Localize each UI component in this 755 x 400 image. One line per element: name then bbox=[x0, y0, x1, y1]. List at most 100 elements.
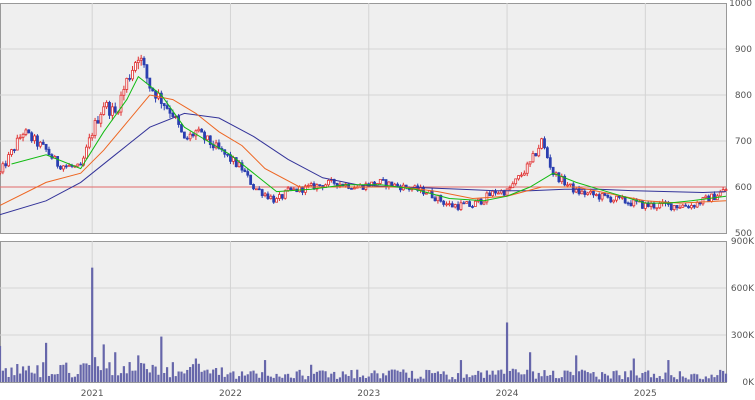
volume-bar bbox=[356, 369, 359, 382]
volume-bar bbox=[359, 377, 362, 382]
volume-bar bbox=[134, 370, 137, 382]
candle-body bbox=[609, 196, 613, 203]
candle-body bbox=[497, 192, 500, 195]
volume-bar bbox=[448, 379, 451, 382]
candle-body bbox=[543, 138, 546, 149]
volume-bar bbox=[413, 378, 416, 382]
volume-bar bbox=[485, 370, 488, 382]
candle-body bbox=[520, 174, 523, 177]
volume-bar bbox=[47, 375, 51, 382]
candle-body bbox=[257, 188, 261, 191]
candle-body bbox=[131, 69, 134, 80]
price-panel: 5006007008009001000 bbox=[0, 0, 752, 239]
price-y-tick-label: 700 bbox=[735, 137, 752, 147]
candle-body bbox=[396, 183, 399, 187]
volume-bar bbox=[382, 373, 385, 382]
volume-bar bbox=[318, 370, 321, 382]
volume-bar bbox=[307, 376, 310, 382]
candle-body bbox=[76, 163, 80, 167]
candle-body bbox=[102, 106, 106, 115]
candle-body bbox=[105, 102, 108, 108]
volume-bar bbox=[592, 372, 595, 382]
volume-bar bbox=[108, 362, 111, 382]
candle-body bbox=[718, 191, 722, 197]
candle-body bbox=[180, 124, 183, 133]
volume-bar bbox=[209, 373, 212, 382]
candle-body bbox=[79, 163, 83, 166]
volume-bar bbox=[422, 378, 425, 382]
volume-bar bbox=[330, 373, 333, 382]
candle-body bbox=[471, 206, 474, 208]
candle-body bbox=[615, 195, 618, 201]
candle-body bbox=[618, 195, 621, 198]
volume-bar bbox=[690, 374, 693, 382]
volume-bar bbox=[321, 370, 324, 382]
candle-body bbox=[128, 77, 132, 80]
volume-bar bbox=[601, 372, 604, 382]
volume-bar bbox=[439, 373, 442, 382]
volume-bar bbox=[644, 371, 647, 382]
volume-bar bbox=[497, 370, 500, 382]
candle-body bbox=[525, 163, 529, 174]
volume-bar bbox=[658, 376, 661, 382]
candle-body bbox=[352, 187, 356, 190]
volume-bar bbox=[304, 379, 307, 382]
candle-body bbox=[113, 106, 117, 113]
volume-bar bbox=[252, 370, 255, 382]
volume-bar bbox=[390, 369, 393, 382]
candle-body bbox=[4, 163, 8, 167]
candle-body bbox=[586, 192, 590, 195]
volume-bar bbox=[436, 371, 440, 382]
volume-bar bbox=[255, 373, 258, 382]
candle-body bbox=[10, 149, 13, 155]
candle-body bbox=[252, 184, 255, 190]
candle-body bbox=[632, 199, 636, 207]
volume-bar bbox=[445, 374, 448, 382]
volume-bar bbox=[344, 374, 347, 382]
candle-body bbox=[275, 198, 278, 203]
volume-bar bbox=[459, 360, 463, 382]
volume-bar bbox=[338, 377, 342, 382]
volume-bar bbox=[235, 378, 238, 382]
volume-bar bbox=[580, 369, 584, 382]
volume-bar bbox=[269, 376, 272, 382]
candle-body bbox=[99, 114, 103, 124]
candle-body bbox=[589, 191, 592, 194]
volume-bar bbox=[44, 342, 48, 382]
volume-bar bbox=[85, 363, 88, 382]
candle-body bbox=[280, 194, 284, 199]
volume-bar bbox=[399, 371, 402, 382]
candle-body bbox=[7, 154, 11, 167]
volume-bar bbox=[246, 374, 249, 382]
volume-bar bbox=[145, 369, 149, 382]
candle-body bbox=[162, 103, 166, 107]
candle-body bbox=[528, 161, 532, 165]
volume-bar bbox=[335, 378, 339, 382]
candle-body bbox=[511, 183, 515, 189]
candle-body bbox=[27, 129, 31, 134]
volume-bar bbox=[263, 360, 267, 382]
volume-bar bbox=[704, 376, 707, 382]
x-tick-label: 2022 bbox=[219, 389, 242, 399]
volume-y-tick-label: 0K bbox=[742, 378, 755, 388]
volume-bar bbox=[713, 377, 716, 382]
volume-bar bbox=[151, 364, 154, 382]
volume-bar bbox=[157, 374, 160, 382]
candle-body bbox=[87, 137, 91, 148]
candle-body bbox=[557, 172, 561, 183]
volume-bar bbox=[647, 370, 650, 382]
candle-body bbox=[612, 199, 616, 203]
candle-body bbox=[603, 193, 607, 196]
candle-body bbox=[459, 202, 463, 210]
volume-bar bbox=[333, 371, 336, 382]
candle-body bbox=[456, 204, 460, 210]
volume-bar bbox=[137, 355, 140, 382]
volume-bar bbox=[160, 336, 163, 382]
volume-bar bbox=[698, 378, 702, 382]
candle-body bbox=[145, 64, 149, 79]
candle-body bbox=[643, 202, 647, 209]
volume-bar bbox=[661, 379, 664, 382]
volume-bar bbox=[200, 371, 203, 382]
volume-bar bbox=[350, 370, 353, 382]
volume-bar bbox=[701, 379, 705, 382]
